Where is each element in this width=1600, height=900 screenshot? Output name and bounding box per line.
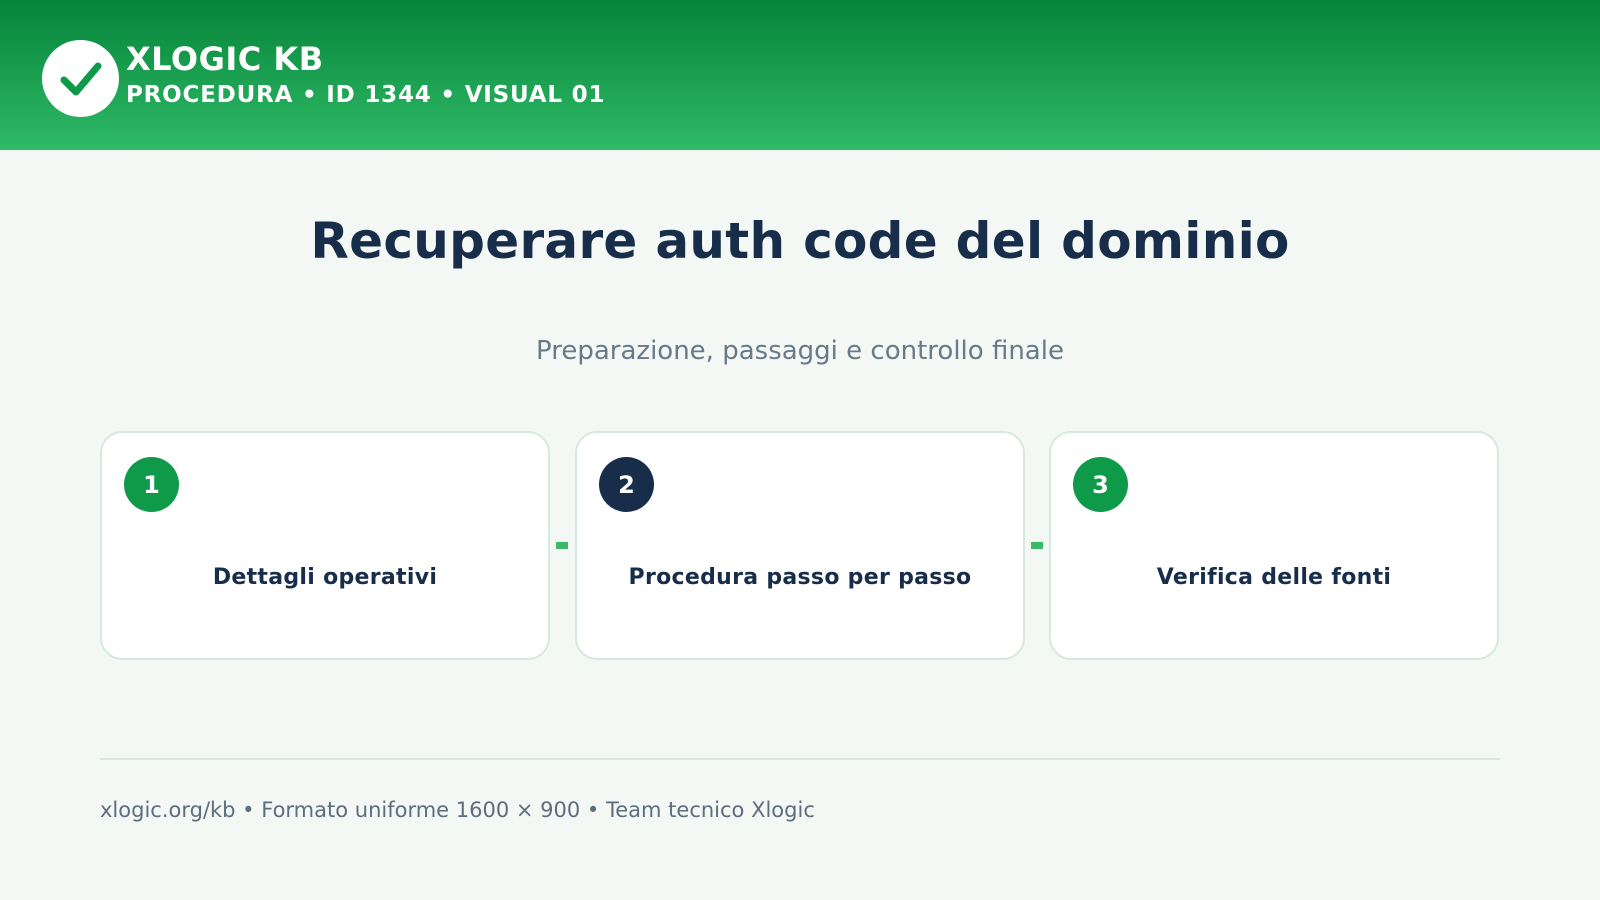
footer-divider <box>100 758 1500 760</box>
brand-title: XLOGIC KB <box>126 40 324 78</box>
header-banner: XLOGIC KB PROCEDURA • ID 1344 • VISUAL 0… <box>0 0 1600 150</box>
step-connector <box>556 542 568 549</box>
page-subtitle: Preparazione, passaggi e controllo final… <box>536 336 1064 366</box>
step-card-3: 3 Verifica delle fonti <box>1049 431 1499 660</box>
check-icon <box>60 62 101 95</box>
step-number-badge: 2 <box>599 457 654 512</box>
step-card-1: 1 Dettagli operativi <box>100 431 550 660</box>
step-label: Dettagli operativi <box>212 565 438 590</box>
step-connector <box>1031 542 1043 549</box>
step-card-2: 2 Procedura passo per passo <box>575 431 1025 660</box>
step-number-badge: 1 <box>124 457 179 512</box>
step-label: Procedura passo per passo <box>628 565 972 590</box>
logo <box>42 40 119 117</box>
footer-text: xlogic.org/kb • Formato uniforme 1600 × … <box>100 798 815 822</box>
step-label: Verifica delle fonti <box>1156 565 1392 590</box>
page-title: Recuperare auth code del dominio <box>310 212 1290 270</box>
brand-meta: PROCEDURA • ID 1344 • VISUAL 01 <box>126 82 606 108</box>
step-number-badge: 3 <box>1073 457 1128 512</box>
